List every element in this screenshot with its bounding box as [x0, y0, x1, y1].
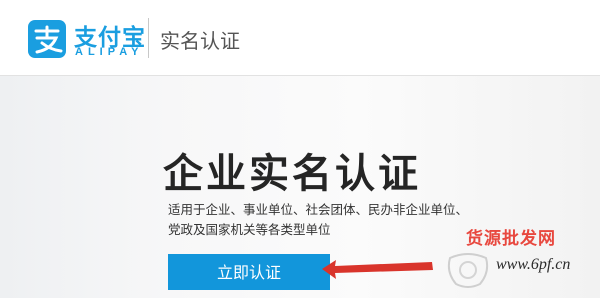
page-title: 实名认证	[160, 29, 240, 53]
verify-now-button[interactable]: 立即认证	[168, 254, 330, 290]
watermark-badge-icon	[447, 253, 489, 288]
red-arrow-icon	[322, 260, 433, 279]
watermark-url: www.6pf.cn	[496, 256, 571, 273]
hero-description-line1: 适用于企业、事业单位、社会团体、民办非企业单位、	[168, 202, 469, 217]
watermark: 货源批发网 www.6pf.cn	[444, 222, 594, 292]
alipay-zhi-icon	[34, 25, 63, 54]
header-divider	[148, 18, 149, 58]
watermark-text: 货源批发网	[466, 229, 556, 249]
top-header: 支付宝 ALIPAY 实名认证	[0, 0, 600, 76]
hero-title: 企业实名认证	[163, 151, 421, 197]
alipay-logo-icon[interactable]	[28, 20, 66, 58]
logo-subtext: ALIPAY	[75, 46, 144, 58]
